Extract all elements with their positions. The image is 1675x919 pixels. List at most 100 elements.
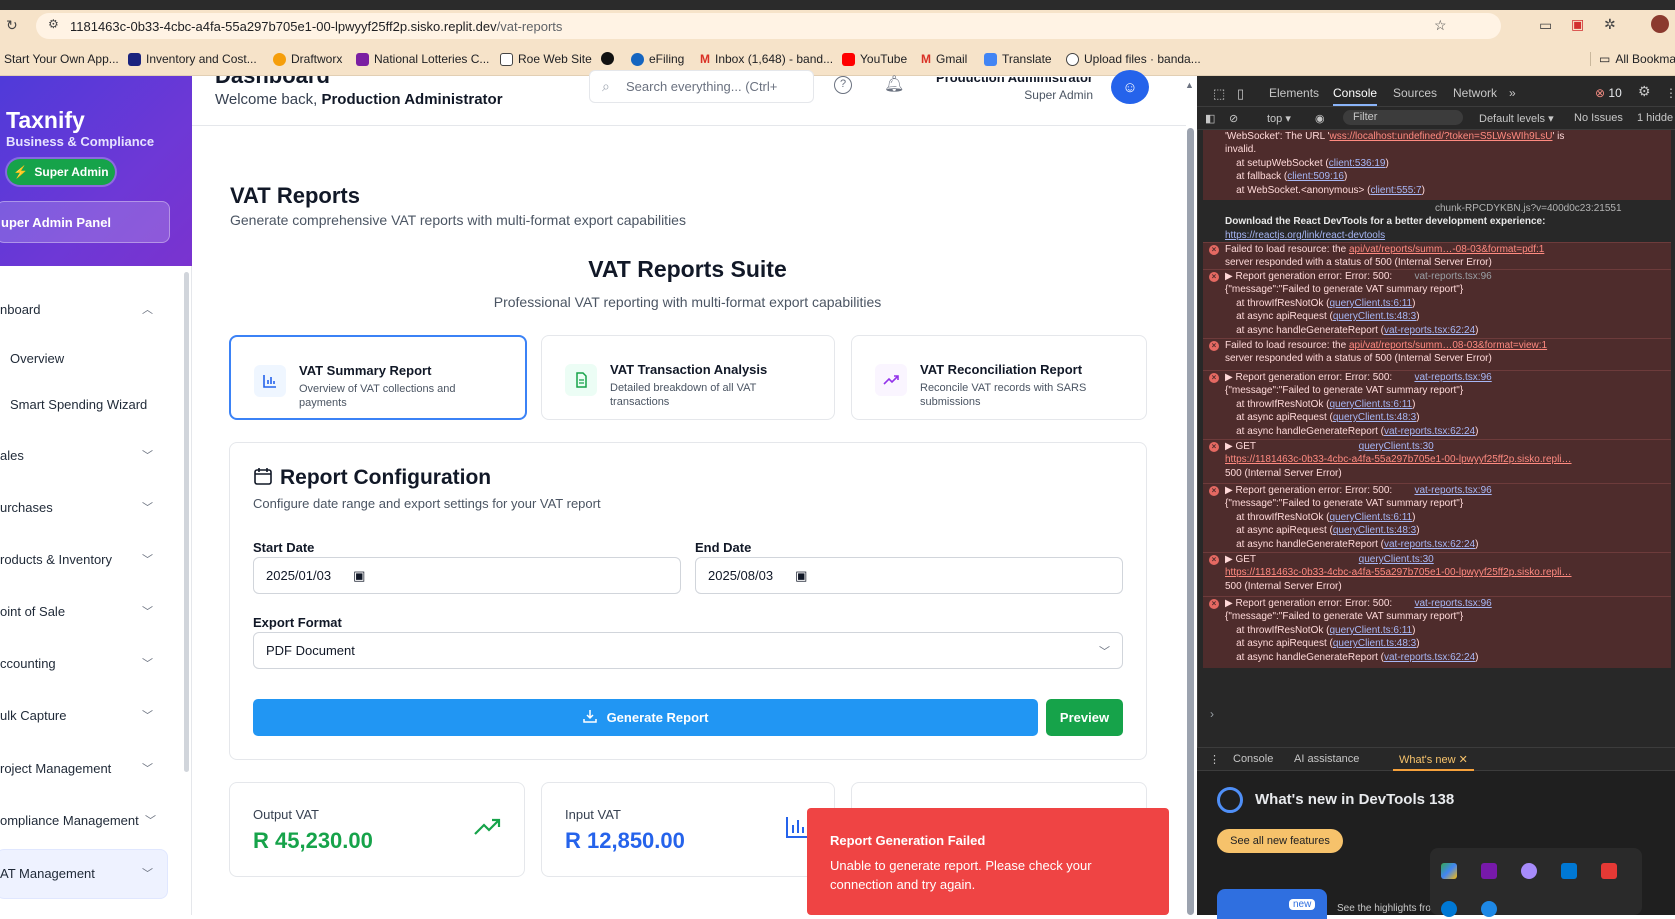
see-all-new-features-button[interactable]: See all new features xyxy=(1217,829,1343,853)
bookmark-label: Roe Web Site xyxy=(518,52,592,66)
bookmark-item[interactable]: Upload files · banda... xyxy=(1066,52,1201,66)
chevron-down-icon: ﹀ xyxy=(142,606,153,618)
bookmark-item[interactable]: Translate xyxy=(984,52,1052,66)
start-date-input[interactable]: 2025/01/03 ▣ xyxy=(253,557,681,594)
sidebar-item-purchases[interactable]: urchases ﹀ xyxy=(0,495,170,519)
eye-icon[interactable]: ◉ xyxy=(1315,112,1325,125)
sidebar-item-vat-management[interactable]: AT Management ﹀ xyxy=(0,861,170,885)
suite-subtitle: Professional VAT reporting with multi-fo… xyxy=(493,294,882,310)
pen-icon[interactable] xyxy=(1521,863,1537,879)
sidebar-toggle-icon[interactable]: ◧ xyxy=(1205,112,1215,125)
end-date-input[interactable]: 2025/08/03 ▣ xyxy=(695,557,1123,594)
bookmark-label: YouTube xyxy=(860,52,908,66)
main-scrollbar[interactable] xyxy=(1187,128,1194,915)
notification-bell-icon[interactable]: 🔔︎ xyxy=(884,74,904,94)
device-toolbar-icon[interactable]: ▯ xyxy=(1237,86,1244,102)
tab-console[interactable]: Console xyxy=(1333,86,1378,106)
tab-network[interactable]: Network xyxy=(1453,86,1497,100)
extensions-icon[interactable]: ✲ xyxy=(1604,17,1616,31)
all-bookmarks[interactable]: ▭ All Bookmarks xyxy=(1590,52,1675,66)
bookmark-item[interactable]: YouTube xyxy=(842,52,907,66)
bookmark-item[interactable]: eFiling xyxy=(631,52,684,66)
issues-counter[interactable]: No Issues xyxy=(1574,112,1623,124)
sidebar-item-dashboard[interactable]: nboard ︿ xyxy=(0,297,170,321)
report-type-reconciliation[interactable]: VAT Reconciliation Report Reconcile VAT … xyxy=(851,335,1147,420)
bookmark-item[interactable]: Roe Web Site xyxy=(500,52,592,66)
sidebar-scrollbar[interactable] xyxy=(184,272,189,772)
error-icon: × xyxy=(1209,599,1219,609)
sidebar-item-accounting[interactable]: ccounting ﹀ xyxy=(0,651,170,675)
export-format-label: Export Format xyxy=(253,615,342,630)
clear-console-icon[interactable]: ⊘ xyxy=(1229,112,1238,125)
sidebar-item-overview[interactable]: Overview xyxy=(10,351,64,366)
report-type-title: VAT Summary Report xyxy=(299,363,432,378)
console-prompt[interactable]: › xyxy=(1210,707,1214,721)
settings-gear-icon[interactable]: ⚙ xyxy=(1638,83,1651,100)
error-toast[interactable]: Report Generation Failed Unable to gener… xyxy=(807,808,1169,915)
user-role: Super Admin xyxy=(1024,88,1093,102)
browser-top-strip xyxy=(0,0,1675,10)
bookmark-item[interactable]: National Lotteries C... xyxy=(356,52,489,66)
inspect-element-icon[interactable]: ⬚ xyxy=(1213,86,1225,102)
app-icon[interactable] xyxy=(1561,863,1577,879)
app-icon[interactable] xyxy=(1601,863,1617,879)
sidebar-item-smart-spending-wizard[interactable]: Smart Spending Wizard xyxy=(10,397,147,412)
new-badge: new xyxy=(1289,899,1316,910)
drive-icon[interactable] xyxy=(1441,863,1457,879)
close-icon[interactable]: ✕ xyxy=(1459,754,1468,766)
site-settings-icon[interactable]: ⚙ xyxy=(48,18,59,30)
console-toolbar: ◧ ⊘ top ▾ ◉ Filter Default levels ▾ No I… xyxy=(1197,107,1675,130)
drawer-menu-icon[interactable]: ⋮ xyxy=(1209,753,1220,766)
tab-sources[interactable]: Sources xyxy=(1393,86,1437,100)
more-menu-icon[interactable]: ⋮ xyxy=(1665,86,1675,100)
bookmark-star-icon[interactable]: ☆ xyxy=(1434,18,1447,32)
sidebar-item-project-management[interactable]: roject Management ﹀ xyxy=(0,756,170,780)
bookmark-item[interactable]: Start Your Own App... xyxy=(4,52,119,66)
reload-icon[interactable]: ↻ xyxy=(6,18,18,32)
cast-icon[interactable]: ▭ xyxy=(1539,18,1552,32)
folder-icon: ▭ xyxy=(1599,52,1611,66)
help-icon[interactable]: ? xyxy=(834,76,852,94)
user-avatar[interactable]: ☺ xyxy=(1111,70,1149,104)
bookmark-item[interactable]: Inventory and Cost... xyxy=(128,52,257,66)
drawer-tab-whats-new[interactable]: What's new ✕ xyxy=(1393,748,1474,771)
export-format-select[interactable]: PDF Document ﹀ xyxy=(253,632,1123,669)
drawer-tab-console[interactable]: Console xyxy=(1233,753,1273,765)
scroll-up-arrow-icon[interactable]: ▲ xyxy=(1185,80,1194,90)
url-path: /vat-reports xyxy=(496,18,563,34)
bookmark-item[interactable]: M Inbox (1,648) - band... xyxy=(700,52,833,66)
calendar-picker-icon[interactable]: ▣ xyxy=(795,568,807,584)
bookmark-label: Inbox (1,648) - band... xyxy=(715,52,834,66)
bookmark-item[interactable]: Draftworx xyxy=(273,52,342,66)
sidebar-item-products-inventory[interactable]: roducts & Inventory ﹀ xyxy=(0,547,170,571)
preview-button[interactable]: Preview xyxy=(1046,699,1123,736)
pdf-extension-icon[interactable]: ▣ xyxy=(1571,17,1584,31)
console-message: 'WebSocket': The URL 'wss://localhost:un… xyxy=(1203,130,1671,200)
console-filter-input[interactable]: Filter xyxy=(1343,110,1463,125)
console-log[interactable]: 'WebSocket': The URL 'wss://localhost:un… xyxy=(1203,130,1673,703)
profile-avatar[interactable] xyxy=(1651,15,1669,33)
end-date-value: 2025/08/03 xyxy=(708,568,774,583)
bookmark-favicon xyxy=(128,52,141,66)
report-type-transaction-analysis[interactable]: VAT Transaction Analysis Detailed breakd… xyxy=(541,335,835,420)
calendar-picker-icon[interactable]: ▣ xyxy=(353,568,365,584)
error-count-badge[interactable]: ⊗ 10 xyxy=(1595,86,1622,100)
more-tabs-icon[interactable]: » xyxy=(1509,86,1516,100)
sidebar-item-point-of-sale[interactable]: oint of Sale ﹀ xyxy=(0,599,170,623)
onenote-icon[interactable] xyxy=(1481,863,1497,879)
tab-elements[interactable]: Elements xyxy=(1269,86,1319,100)
context-select[interactable]: top ▾ xyxy=(1267,112,1291,125)
sidebar-item-sales[interactable]: ales ﹀ xyxy=(0,443,170,467)
generate-report-button[interactable]: Generate Report xyxy=(253,699,1038,736)
report-type-vat-summary[interactable]: VAT Summary Report Overview of VAT colle… xyxy=(229,335,527,420)
address-bar[interactable]: ⚙ 1181463c-0b33-4cbc-a4fa-55a297b705e1-0… xyxy=(36,13,1501,39)
bar-chart-icon xyxy=(785,815,809,844)
bookmark-item[interactable] xyxy=(601,52,614,65)
super-admin-panel-button[interactable]: uper Admin Panel xyxy=(0,201,170,243)
sidebar-item-compliance-management[interactable]: ompliance Management ﹀ xyxy=(0,808,170,832)
log-levels-select[interactable]: Default levels ▾ xyxy=(1479,112,1554,125)
bookmark-item[interactable]: M Gmail xyxy=(921,52,967,66)
global-search-input[interactable]: ⌕ Search everything... (Ctrl+ xyxy=(589,70,814,103)
sidebar-item-bulk-capture[interactable]: ulk Capture ﹀ xyxy=(0,703,170,727)
drawer-tab-ai-assistance[interactable]: AI assistance xyxy=(1294,753,1359,765)
